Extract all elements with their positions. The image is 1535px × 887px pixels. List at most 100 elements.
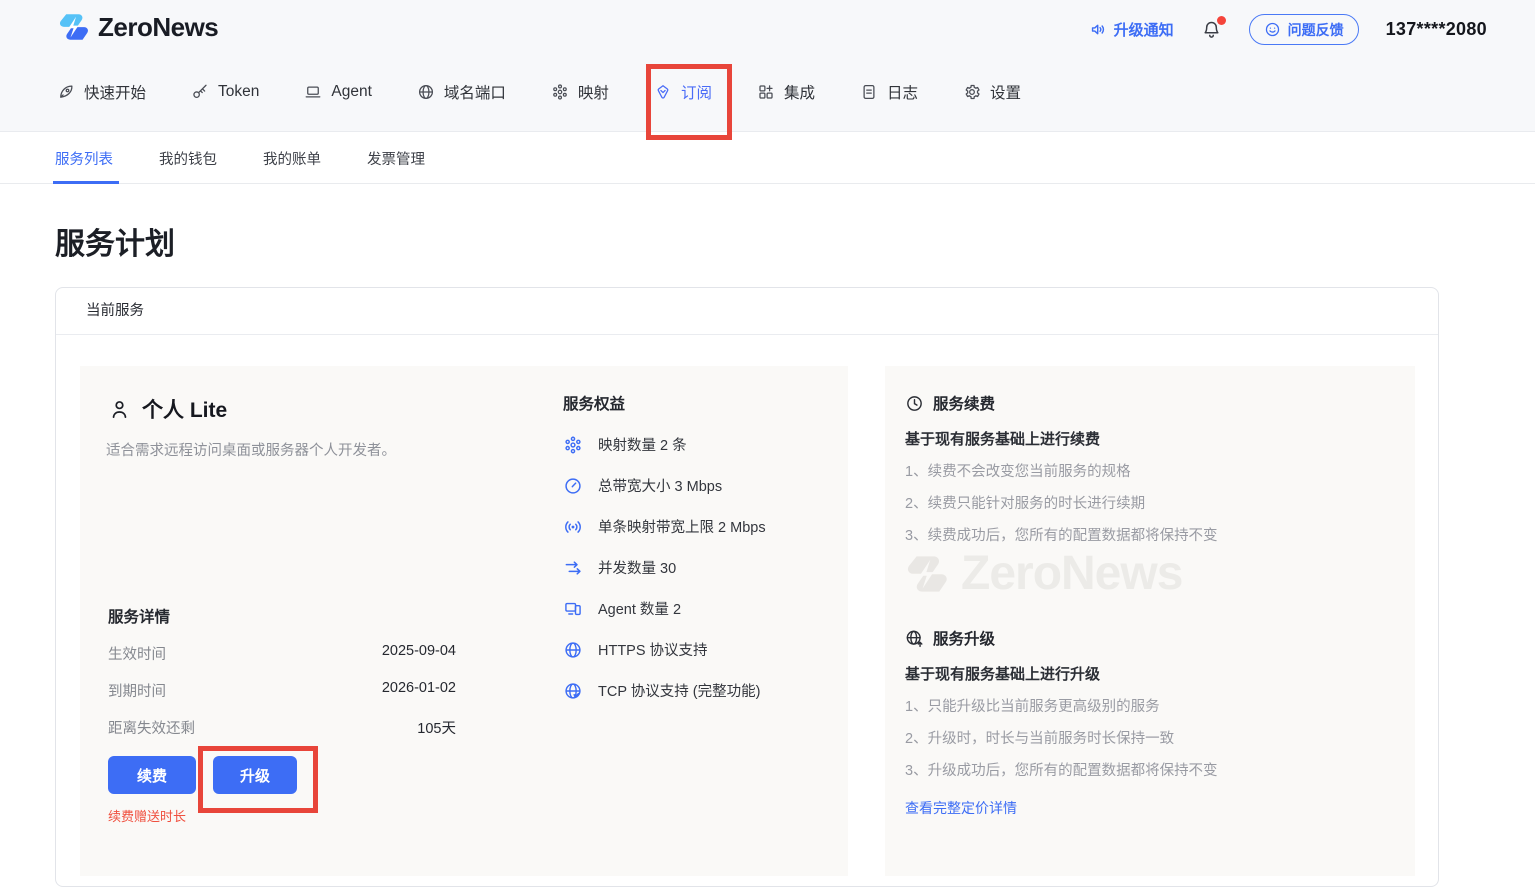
detail-row-days-remaining: 距离失效还剩 105天 [108,717,456,738]
detail-label: 生效时间 [108,643,166,664]
full-pricing-link[interactable]: 查看完整定价详情 [905,798,1017,818]
tab-my-wallet[interactable]: 我的钱包 [159,133,217,183]
document-icon [860,83,878,101]
key-icon [191,83,209,101]
renewal-title-text: 服务续费 [933,392,995,414]
detail-label: 到期时间 [108,680,166,701]
globe-check-icon [563,681,583,701]
benefit-label: HTTPS 协议支持 [598,639,708,660]
upgrade-item-2: 2、升级时，时长与当前服务时长保持一致 [905,727,1174,748]
upgrade-button[interactable]: 升级 [213,756,297,794]
benefit-https-support: HTTPS 协议支持 [563,640,843,659]
benefit-mapping-count: 映射数量 2 条 [563,435,843,454]
clock-icon [905,394,924,413]
tab-my-bills[interactable]: 我的账单 [263,133,321,183]
laptop-icon [304,83,322,101]
smiley-icon [1264,21,1281,38]
brand-logo[interactable]: ZeroNews [55,10,218,44]
grid-plus-icon [757,83,775,101]
mapping-hub-icon [551,83,569,101]
upgrade-title-text: 服务升级 [933,627,995,649]
benefit-label: Agent 数量 2 [598,598,681,619]
renewal-subtitle: 基于现有服务基础上进行续费 [905,428,1100,449]
brand-name: ZeroNews [98,12,218,43]
nav-label: 映射 [578,81,609,103]
globe-icon [563,640,583,660]
nav-label: 设置 [990,81,1021,103]
benefit-agent-count: Agent 数量 2 [563,599,843,618]
page-title: 服务计划 [55,219,175,263]
nav-item-token[interactable]: Token [191,83,259,101]
nav-label: Agent [331,83,372,101]
detail-value: 2025-09-04 [382,643,456,664]
rocket-icon [57,83,75,101]
upgrade-section-title: 服务升级 [905,627,995,649]
globe-icon [417,83,435,101]
nav-item-quick-start[interactable]: 快速开始 [57,81,146,103]
benefit-tcp-support: TCP 协议支持 (完整功能) [563,681,843,700]
benefit-concurrency: 并发数量 30 [563,558,843,577]
plan-panel: 个人 Lite 适合需求远程访问桌面或服务器个人开发者。 服务详情 生效时间 2… [80,366,848,876]
detail-label: 距离失效还剩 [108,717,195,738]
current-service-card: 当前服务 个人 Lite 适合需求远程访问桌面或服务器个人开发者。 服务详情 生… [55,287,1439,887]
notification-dot-badge [1217,16,1226,25]
nav-item-logs[interactable]: 日志 [860,81,918,103]
benefit-label: 并发数量 30 [598,557,676,578]
info-panel: 服务续费 基于现有服务基础上进行续费 1、续费不会改变您当前服务的规格 2、续费… [885,366,1415,876]
benefits-section: 服务权益 映射数量 2 条 总带宽大小 3 Mbps [563,392,843,722]
plan-description: 适合需求远程访问桌面或服务器个人开发者。 [106,439,476,460]
card-header-current-service: 当前服务 [56,288,1438,335]
speaker-icon [1089,20,1108,39]
double-arrow-icon [563,558,583,578]
globe-up-icon [905,629,924,648]
zeronews-watermark: ZeroNews [901,546,1182,601]
detail-row-expiry-date: 到期时间 2026-01-02 [108,680,456,701]
watermark-text: ZeroNews [961,546,1182,601]
renewal-item-1: 1、续费不会改变您当前服务的规格 [905,460,1131,481]
service-details-title: 服务详情 [108,605,170,627]
nav-item-integration[interactable]: 集成 [757,81,815,103]
person-icon [108,398,131,421]
nav-label: 域名端口 [444,81,506,103]
gem-icon [654,83,672,101]
feedback-button[interactable]: 问题反馈 [1249,14,1359,45]
benefit-label: TCP 协议支持 (完整功能) [598,680,760,701]
detail-value: 2026-01-02 [382,680,456,701]
notification-bell-button[interactable] [1201,19,1222,40]
primary-nav: 快速开始 Token Agent 域名端口 [0,58,1535,126]
devices-icon [563,599,583,619]
tab-service-list[interactable]: 服务列表 [55,133,113,183]
nav-item-domain-port[interactable]: 域名端口 [417,81,506,103]
benefit-label: 总带宽大小 3 Mbps [598,475,722,496]
user-phone-number[interactable]: 137****2080 [1386,19,1487,40]
nav-label: 集成 [784,81,815,103]
header: ZeroNews 升级通知 [0,0,1535,132]
nav-label: 日志 [887,81,918,103]
nav-item-agent[interactable]: Agent [304,83,372,101]
tab-invoice-management[interactable]: 发票管理 [367,133,425,183]
speedometer-icon [563,476,583,496]
nav-item-subscription[interactable]: 订阅 [654,81,712,103]
nav-label: 订阅 [681,81,712,103]
nav-label: 快速开始 [84,81,146,103]
subscription-subnav: 服务列表 我的钱包 我的账单 发票管理 [0,133,1535,184]
feedback-label: 问题反馈 [1288,20,1344,40]
nav-item-mapping[interactable]: 映射 [551,81,609,103]
nav-label: Token [218,83,259,101]
benefit-single-mapping-bandwidth: 单条映射带宽上限 2 Mbps [563,517,843,536]
lightning-logo-watermark-icon [901,551,951,597]
nav-item-settings[interactable]: 设置 [963,81,1021,103]
renewal-item-2: 2、续费只能针对服务的时长进行续期 [905,492,1145,513]
detail-value: 105天 [417,717,456,738]
upgrade-subtitle: 基于现有服务基础上进行升级 [905,663,1100,684]
upgrade-notice-link[interactable]: 升级通知 [1089,19,1174,40]
detail-row-effective-date: 生效时间 2025-09-04 [108,643,456,664]
renew-gift-note: 续费赠送时长 [108,806,186,825]
plan-name: 个人 Lite [142,394,227,424]
page: { "brand": { "name": "ZeroNews", "logo_i… [0,0,1535,850]
renewal-section-title: 服务续费 [905,392,995,414]
renew-button[interactable]: 续费 [108,756,196,794]
upgrade-item-3: 3、升级成功后，您所有的配置数据都将保持不变 [905,759,1218,780]
renewal-item-3: 3、续费成功后，您所有的配置数据都将保持不变 [905,524,1218,545]
upgrade-notice-label: 升级通知 [1114,19,1174,40]
